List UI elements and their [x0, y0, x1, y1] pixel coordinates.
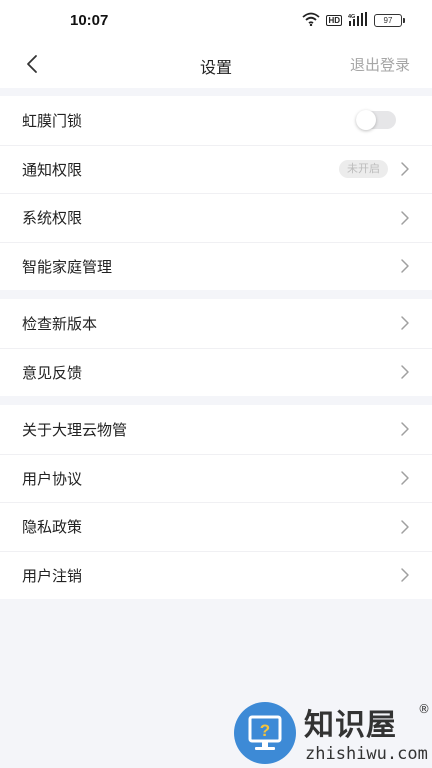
- battery-icon: 97: [374, 13, 405, 27]
- wifi-icon: [302, 11, 321, 30]
- chevron-right-icon: [401, 259, 409, 273]
- row-label: 意见反馈: [22, 363, 83, 382]
- chevron-right-icon: [401, 211, 409, 225]
- chevron-right-icon: [401, 471, 409, 485]
- watermark: ? 知识屋 ® zhishiwu.com: [232, 700, 432, 768]
- row-system-permission[interactable]: 系统权限: [0, 193, 432, 242]
- settings-group-2: 检查新版本 意见反馈: [0, 299, 432, 396]
- hd-badge: HD: [326, 14, 342, 26]
- row-about[interactable]: 关于大理云物管: [0, 405, 432, 454]
- row-label: 用户注销: [22, 566, 83, 585]
- iris-lock-toggle[interactable]: [356, 110, 396, 131]
- row-check-version[interactable]: 检查新版本: [0, 299, 432, 348]
- watermark-url: zhishiwu.com: [305, 744, 428, 764]
- row-label: 用户协议: [22, 469, 83, 488]
- settings-group-3: 关于大理云物管 用户协议 隐私政策 用户注销: [0, 405, 432, 599]
- chevron-right-icon: [401, 568, 409, 582]
- logout-button[interactable]: 退出登录: [350, 54, 410, 75]
- signal-icon: 4G: [348, 11, 368, 30]
- row-label: 系统权限: [22, 209, 83, 228]
- row-label: 通知权限: [22, 160, 83, 179]
- chevron-right-icon: [401, 520, 409, 534]
- row-account-deletion[interactable]: 用户注销: [0, 550, 432, 600]
- chevron-right-icon: [401, 316, 409, 330]
- settings-group-1: 虹膜门锁 通知权限 未开启 系统权限 智能家庭管理: [0, 96, 432, 290]
- battery-level: 97: [383, 15, 393, 25]
- status-icons: HD 4G 97: [302, 11, 405, 30]
- nav-bar: 设置 退出登录: [0, 40, 432, 88]
- watermark-title: 知识屋: [304, 708, 397, 743]
- row-label: 虹膜门锁: [22, 111, 83, 130]
- row-label: 隐私政策: [22, 518, 83, 537]
- watermark-logo-icon: ?: [234, 702, 296, 764]
- status-time: 10:07: [70, 12, 109, 29]
- row-label: 检查新版本: [22, 314, 98, 333]
- registered-mark: ®: [418, 702, 430, 716]
- svg-text:?: ?: [260, 721, 270, 740]
- chevron-right-icon: [401, 162, 409, 176]
- row-feedback[interactable]: 意见反馈: [0, 347, 432, 397]
- row-label: 智能家庭管理: [22, 257, 113, 276]
- row-iris-lock: 虹膜门锁: [0, 96, 432, 145]
- toggle-knob: [356, 110, 376, 131]
- row-smart-home-management[interactable]: 智能家庭管理: [0, 241, 432, 291]
- row-user-agreement[interactable]: 用户协议: [0, 453, 432, 503]
- row-privacy-policy[interactable]: 隐私政策: [0, 502, 432, 551]
- status-badge: 未开启: [339, 160, 388, 179]
- chevron-right-icon: [401, 365, 409, 379]
- row-label: 关于大理云物管: [22, 420, 128, 439]
- status-bar: 10:07 HD 4G 97: [0, 0, 432, 40]
- row-notification-permission[interactable]: 通知权限 未开启: [0, 144, 432, 194]
- chevron-right-icon: [401, 422, 409, 436]
